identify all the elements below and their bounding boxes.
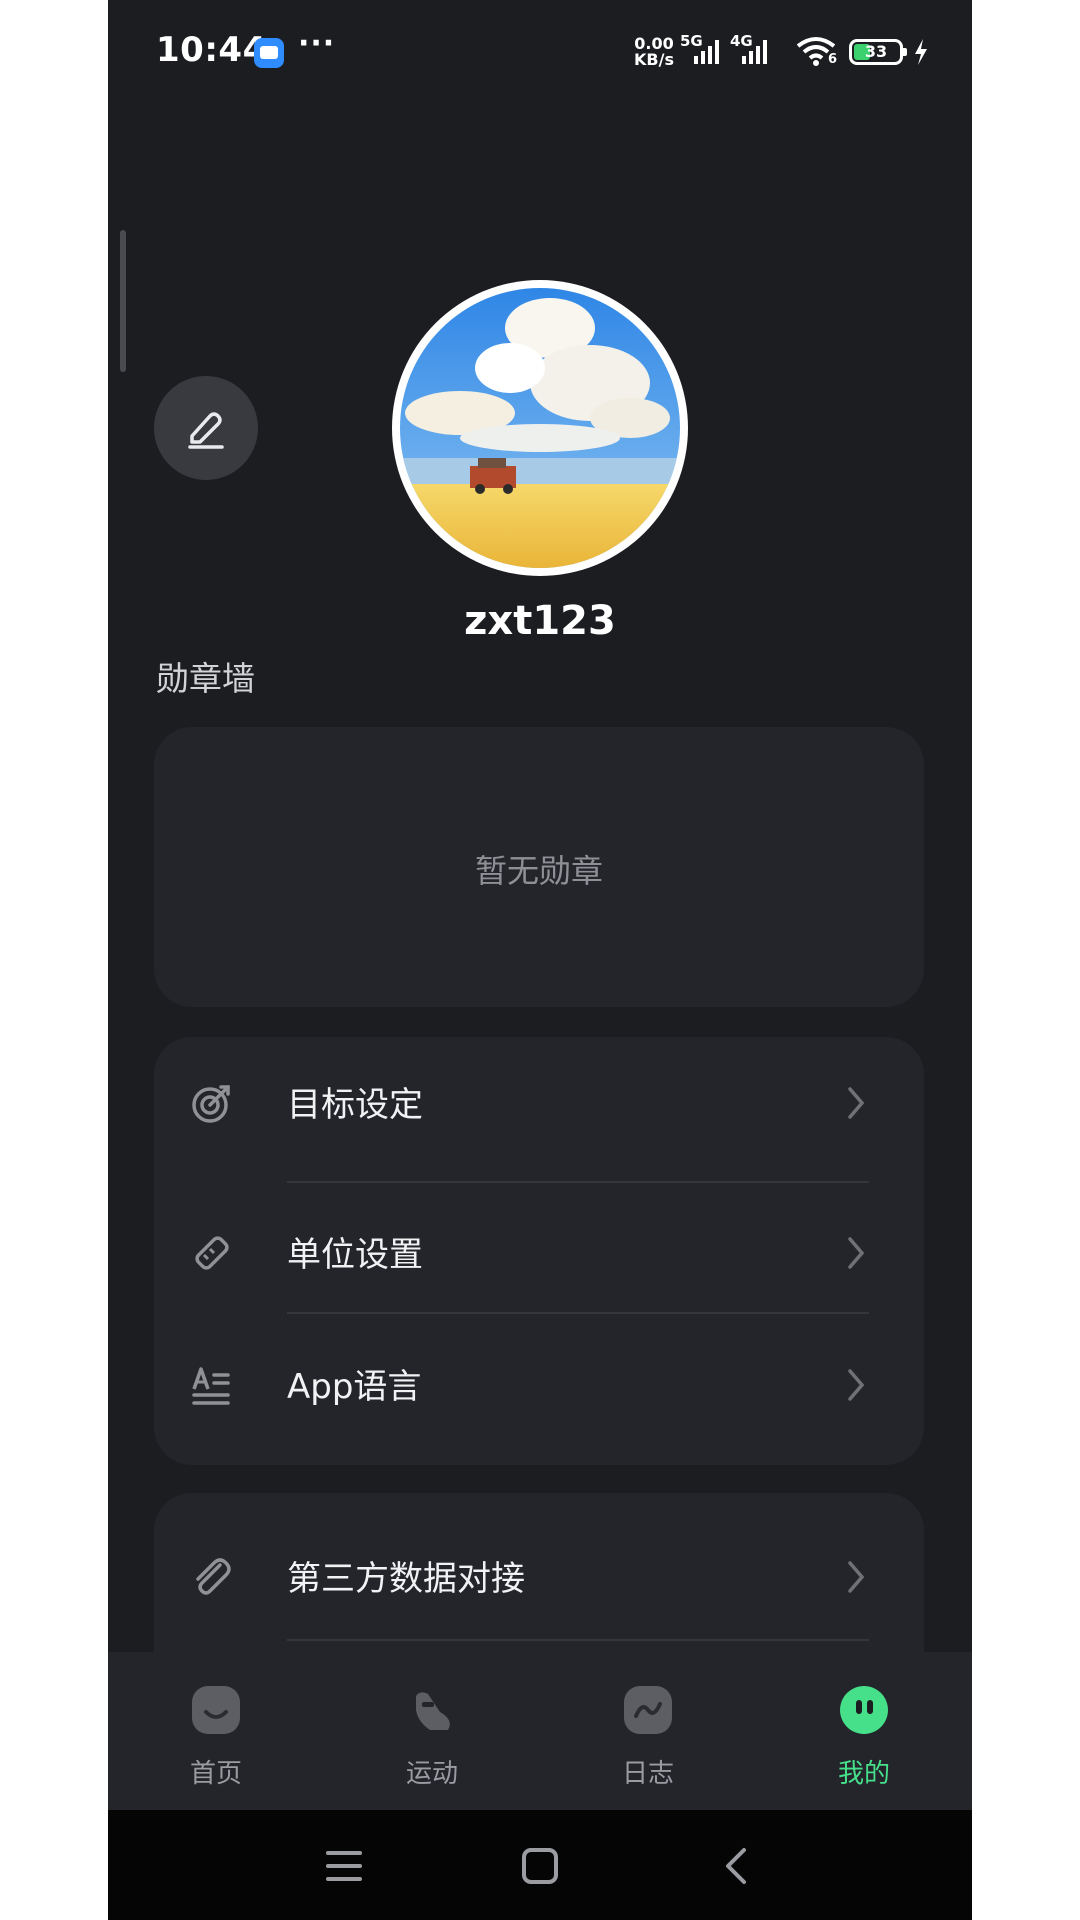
edit-profile-button[interactable] — [154, 376, 258, 480]
notification-app-icon — [254, 38, 284, 68]
me-ghost-icon — [840, 1686, 888, 1734]
menu-item-label: 单位设置 — [287, 1235, 423, 1275]
menu-icon[interactable] — [324, 1846, 364, 1886]
chevron-right-icon — [848, 1087, 865, 1119]
chevron-right-icon — [848, 1369, 865, 1401]
tab-me[interactable]: 我的 — [756, 1652, 972, 1810]
status-time: 10:44 — [156, 30, 267, 70]
system-nav-bar — [108, 1810, 972, 1920]
battery-level: 33 — [864, 42, 888, 61]
menu-divider — [287, 1181, 869, 1183]
badge-wall-card: 暂无勋章 — [154, 727, 924, 1007]
home-face-icon — [192, 1686, 240, 1734]
menu-item-label: 第三方数据对接 — [287, 1559, 525, 1599]
signal-icon-1 — [694, 40, 719, 64]
charging-icon — [915, 39, 927, 65]
menu-item-third-party-data[interactable]: 第三方数据对接 — [154, 1511, 924, 1641]
net-speed-unit: KB/s — [634, 50, 674, 69]
status-bar: 10:44 ··· 0.00 KB/s 5G 4G 6 33 — [108, 0, 972, 104]
more-notifications-icon: ··· — [298, 26, 336, 61]
menu-item-goal-setting[interactable]: 目标设定 — [154, 1037, 924, 1167]
target-icon — [192, 1085, 230, 1123]
home-square-icon[interactable] — [520, 1846, 560, 1886]
username: zxt123 — [464, 598, 616, 644]
bottom-tab-bar: 首页 运动 日志 我的 — [108, 1652, 972, 1810]
menu-divider — [287, 1312, 869, 1314]
net-speed: 0.00 KB/s — [634, 36, 674, 68]
chevron-right-icon — [848, 1237, 865, 1269]
edit-pen-icon — [188, 412, 224, 449]
log-wave-icon — [624, 1686, 672, 1734]
tab-label: 首页 — [189, 1759, 242, 1789]
wifi-tag: 6 — [828, 52, 838, 67]
tab-label: 我的 — [837, 1759, 890, 1789]
paperclip-icon — [196, 1558, 231, 1595]
signal-icon-2 — [742, 40, 767, 64]
tab-label: 日志 — [621, 1759, 674, 1789]
menu-item-app-language[interactable]: App语言 — [154, 1319, 924, 1449]
avatar-image — [400, 288, 680, 568]
tab-label: 运动 — [405, 1759, 458, 1789]
ruler-icon — [195, 1236, 229, 1270]
avatar[interactable] — [392, 280, 688, 576]
tab-log[interactable]: 日志 — [540, 1652, 756, 1810]
scroll-indicator — [120, 230, 126, 372]
language-icon — [192, 1367, 230, 1405]
settings-menu-card: 目标设定 单位设置 App语言 — [154, 1037, 924, 1465]
menu-divider — [287, 1639, 869, 1641]
badge-empty-text: 暂无勋章 — [474, 852, 603, 890]
chevron-right-icon — [848, 1561, 865, 1593]
menu-item-label: 目标设定 — [287, 1085, 423, 1125]
tab-home[interactable]: 首页 — [108, 1652, 324, 1810]
phone-screen: 10:44 ··· 0.00 KB/s 5G 4G 6 33 zxt123 勋章… — [108, 0, 972, 1920]
battery-icon: 33 — [849, 39, 907, 65]
shoe-icon — [416, 1692, 450, 1730]
menu-item-label: App语言 — [287, 1367, 422, 1407]
tab-exercise[interactable]: 运动 — [324, 1652, 540, 1810]
menu-item-unit-setting[interactable]: 单位设置 — [154, 1187, 924, 1317]
badge-wall-title: 勋章墙 — [156, 659, 255, 698]
back-icon[interactable] — [718, 1846, 758, 1886]
